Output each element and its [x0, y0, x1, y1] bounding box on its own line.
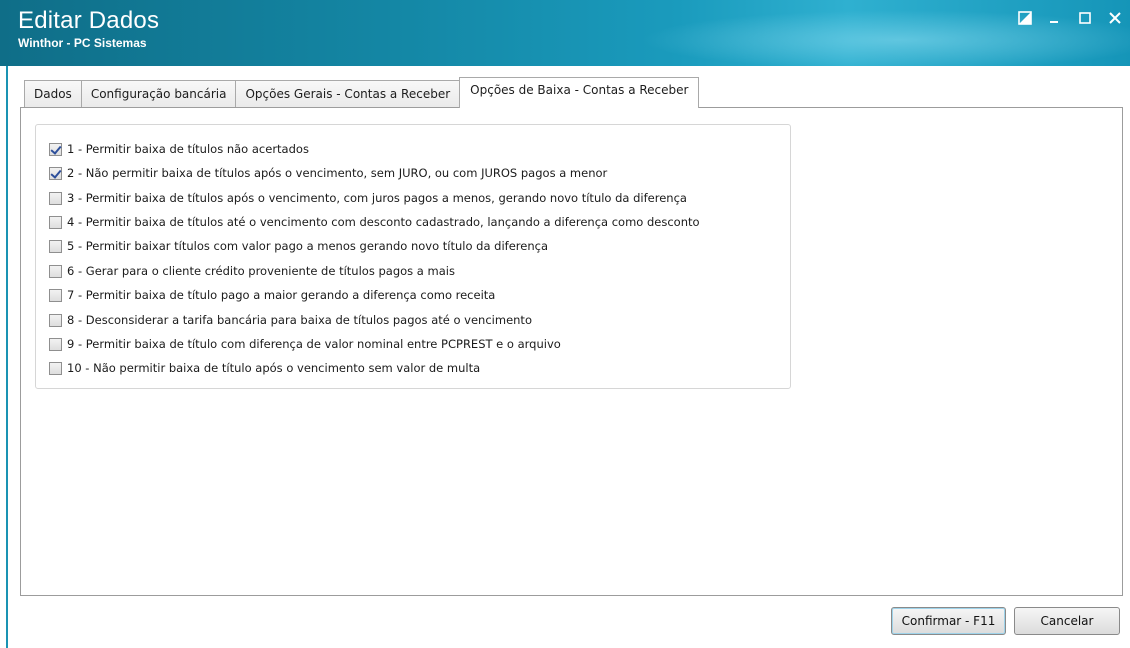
option-8-checkbox[interactable]: [49, 313, 62, 327]
tab-opcoes-gerais[interactable]: Opções Gerais - Contas a Receber: [235, 80, 461, 108]
option-9-label: 9 - Permitir baixa de título com diferen…: [67, 337, 561, 351]
option-2[interactable]: 2 - Não permitir baixa de títulos após o…: [49, 165, 607, 181]
tab-dados[interactable]: Dados: [24, 80, 82, 108]
option-9[interactable]: 9 - Permitir baixa de título com diferen…: [49, 336, 561, 352]
option-4-label: 4 - Permitir baixa de títulos até o venc…: [67, 215, 700, 229]
option-4[interactable]: 4 - Permitir baixa de títulos até o venc…: [49, 214, 700, 230]
option-2-label: 2 - Não permitir baixa de títulos após o…: [67, 166, 608, 180]
window-controls: [1018, 10, 1130, 30]
option-5[interactable]: 5 - Permitir baixar títulos com valor pa…: [49, 238, 548, 254]
option-5-checkbox[interactable]: [49, 239, 62, 253]
window-subtitle: Winthor - PC Sistemas: [18, 36, 147, 50]
confirm-button[interactable]: Confirmar - F11: [891, 607, 1006, 635]
window-title: Editar Dados: [18, 7, 160, 34]
options-group: 1 - Permitir baixa de títulos não acerta…: [35, 124, 791, 389]
option-5-label: 5 - Permitir baixar títulos com valor pa…: [67, 239, 548, 253]
close-icon[interactable]: [1108, 11, 1126, 29]
option-6-checkbox[interactable]: [49, 264, 62, 278]
option-7-label: 7 - Permitir baixa de título pago a maio…: [67, 288, 496, 302]
option-10[interactable]: 10 - Não permitir baixa de título após o…: [49, 360, 480, 376]
option-6[interactable]: 6 - Gerar para o cliente crédito proveni…: [49, 263, 455, 279]
option-4-checkbox[interactable]: [49, 215, 62, 229]
cancel-button[interactable]: Cancelar: [1014, 607, 1120, 635]
tab-opcoes-de-baixa[interactable]: Opções de Baixa - Contas a Receber: [459, 77, 700, 108]
option-3-checkbox[interactable]: [49, 191, 62, 205]
tab-configuracao-bancaria[interactable]: Configuração bancária: [80, 80, 237, 108]
tab-page-opcoes-de-baixa: 1 - Permitir baixa de títulos não acerta…: [20, 107, 1123, 596]
tab-strip: Dados Configuração bancária Opções Gerai…: [24, 77, 700, 108]
option-6-label: 6 - Gerar para o cliente crédito proveni…: [67, 264, 455, 278]
option-2-checkbox[interactable]: [49, 166, 62, 180]
edit-data-window: Editar Dados Winthor - PC Sistemas Dados…: [0, 0, 1130, 648]
option-10-checkbox[interactable]: [49, 361, 62, 375]
option-7-checkbox[interactable]: [49, 288, 62, 302]
option-1[interactable]: 1 - Permitir baixa de títulos não acerta…: [49, 141, 309, 157]
minimize-icon[interactable]: [1048, 11, 1066, 29]
option-10-label: 10 - Não permitir baixa de título após o…: [67, 361, 481, 375]
option-7[interactable]: 7 - Permitir baixa de título pago a maio…: [49, 287, 495, 303]
option-8-label: 8 - Desconsiderar a tarifa bancária para…: [67, 313, 532, 327]
option-1-label: 1 - Permitir baixa de títulos não acerta…: [67, 142, 309, 156]
maximize-icon[interactable]: [1078, 11, 1096, 29]
title-bar[interactable]: Editar Dados Winthor - PC Sistemas: [0, 0, 1130, 66]
option-1-checkbox[interactable]: [49, 142, 62, 156]
window-left-border: [0, 66, 8, 648]
option-8[interactable]: 8 - Desconsiderar a tarifa bancária para…: [49, 312, 532, 328]
option-3-label: 3 - Permitir baixa de títulos após o ven…: [67, 191, 687, 205]
restore-theme-icon[interactable]: [1018, 11, 1036, 29]
option-3[interactable]: 3 - Permitir baixa de títulos após o ven…: [49, 190, 687, 206]
option-9-checkbox[interactable]: [49, 337, 62, 351]
